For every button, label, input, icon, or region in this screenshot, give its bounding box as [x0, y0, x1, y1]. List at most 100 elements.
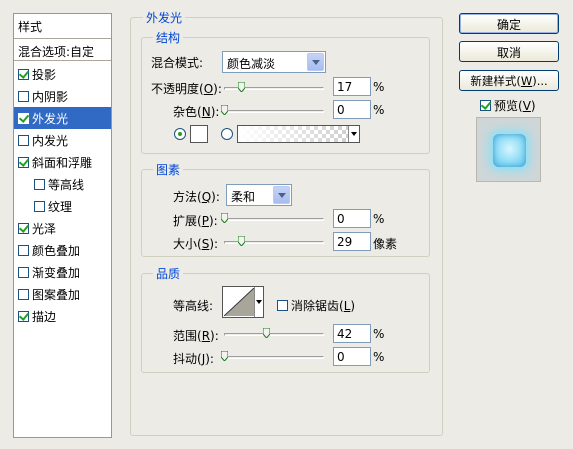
inner-shadow-checkbox[interactable]: [18, 91, 29, 102]
style-item-satin[interactable]: 光泽: [14, 217, 111, 239]
style-item-label: 斜面和浮雕: [32, 156, 93, 170]
range-slider-track[interactable]: [224, 333, 324, 336]
spread-slider-thumb[interactable]: [221, 213, 228, 223]
blend-mode-select[interactable]: 颜色减淡: [222, 51, 326, 73]
size-label: 大小(S):: [173, 237, 219, 251]
noise-unit: %: [373, 103, 385, 117]
style-item-bevel-emboss[interactable]: 斜面和浮雕: [14, 151, 111, 173]
contour-preview-icon: [224, 288, 254, 316]
anti-alias-option[interactable]: 消除锯齿(L): [277, 297, 355, 314]
preview-checkbox[interactable]: [480, 100, 491, 111]
inner-glow-checkbox[interactable]: [18, 135, 29, 146]
contour-label: 等高线:: [173, 299, 214, 313]
styles-header-label: 样式: [18, 20, 43, 34]
pattern-overlay-checkbox[interactable]: [18, 289, 29, 300]
preview-option[interactable]: 预览(V): [480, 97, 536, 114]
technique-label: 方法(Q):: [173, 190, 220, 204]
solid-color-radio[interactable]: [174, 128, 186, 140]
technique-select[interactable]: 柔和: [226, 184, 292, 206]
style-item-inner-shadow[interactable]: 内阴影: [14, 85, 111, 107]
spread-key: P: [201, 214, 209, 228]
jitter-slider-thumb[interactable]: [221, 351, 228, 361]
outer-glow-checkbox[interactable]: [18, 113, 29, 124]
jitter-label-text: 抖动: [173, 352, 198, 366]
noise-slider-track[interactable]: [224, 110, 324, 113]
glow-color-swatch[interactable]: [190, 125, 208, 143]
chevron-down-icon[interactable]: [273, 186, 290, 204]
anti-alias-key: L: [343, 299, 351, 313]
size-slider-thumb[interactable]: [238, 236, 245, 246]
range-input[interactable]: 42: [333, 324, 371, 343]
range-unit: %: [373, 327, 385, 341]
style-item-stroke[interactable]: 描边: [14, 305, 111, 327]
drop-shadow-checkbox[interactable]: [18, 69, 29, 80]
style-item-gradient-overlay[interactable]: 渐变叠加: [14, 261, 111, 283]
ok-button[interactable]: 确定: [459, 13, 559, 34]
style-item-label: 光泽: [32, 222, 57, 236]
style-item-texture[interactable]: 纹理: [14, 195, 111, 217]
quality-title: 品质: [153, 265, 184, 282]
technique-key: Q: [201, 190, 212, 204]
opacity-slider-thumb[interactable]: [238, 82, 245, 92]
preview-label: 预览: [494, 99, 519, 113]
color-overlay-checkbox[interactable]: [18, 245, 29, 256]
style-item-label: 外发光: [32, 112, 69, 126]
style-item-label: 图案叠加: [32, 288, 81, 302]
chevron-down-icon[interactable]: [307, 53, 324, 71]
gradient-picker[interactable]: [237, 125, 360, 143]
new-style-key: W: [520, 74, 533, 88]
range-key: R: [201, 329, 211, 343]
preview-glow-square: [493, 134, 526, 167]
structure-title: 结构: [153, 29, 184, 46]
bevel-emboss-checkbox[interactable]: [18, 157, 29, 168]
opacity-input[interactable]: 17: [333, 77, 371, 96]
jitter-slider-track[interactable]: [224, 356, 324, 359]
jitter-label: 抖动(J):: [173, 352, 214, 366]
style-item-label: 投影: [32, 68, 57, 82]
range-label-text: 范围: [173, 329, 198, 343]
noise-label-text: 杂色: [173, 105, 198, 119]
stroke-checkbox[interactable]: [18, 311, 29, 322]
texture-checkbox[interactable]: [34, 201, 45, 212]
style-item-contour[interactable]: 等高线: [14, 173, 111, 195]
gradient-dropdown-arrow[interactable]: [348, 126, 359, 142]
styles-header[interactable]: 样式: [14, 14, 111, 39]
style-item-label: 内发光: [32, 134, 69, 148]
range-slider-thumb[interactable]: [263, 328, 270, 338]
blend-options-item[interactable]: 混合选项:自定: [14, 40, 111, 61]
style-item-color-overlay[interactable]: 颜色叠加: [14, 239, 111, 261]
style-item-pattern-overlay[interactable]: 图案叠加: [14, 283, 111, 305]
spread-input[interactable]: 0: [333, 209, 371, 228]
style-item-outer-glow[interactable]: 外发光: [14, 107, 111, 129]
jitter-input[interactable]: 0: [333, 347, 371, 366]
spread-slider-track[interactable]: [224, 218, 324, 221]
contour-dropdown-arrow[interactable]: [254, 287, 263, 317]
style-item-label: 描边: [32, 310, 57, 324]
anti-alias-label: 消除锯齿: [291, 299, 340, 313]
gradient-radio[interactable]: [221, 128, 233, 140]
noise-slider-thumb[interactable]: [221, 105, 228, 115]
contour-checkbox[interactable]: [34, 179, 45, 190]
blend-options-label: 混合选项:自定: [18, 45, 95, 59]
gradient-overlay-checkbox[interactable]: [18, 267, 29, 278]
gradient-preview: [238, 126, 348, 142]
style-item-drop-shadow[interactable]: 投影: [14, 63, 111, 85]
satin-checkbox[interactable]: [18, 223, 29, 234]
opacity-label: 不透明度(O):: [151, 82, 222, 96]
opacity-unit: %: [373, 80, 385, 94]
outer-glow-title: 外发光: [143, 9, 186, 26]
style-item-label: 等高线: [48, 178, 85, 192]
cancel-button[interactable]: 取消: [459, 41, 559, 62]
style-item-label: 渐变叠加: [32, 266, 81, 280]
noise-input[interactable]: 0: [333, 100, 371, 119]
noise-label: 杂色(N):: [173, 105, 220, 119]
new-style-button[interactable]: 新建样式(W)...: [459, 70, 559, 91]
styles-list: 样式 混合选项:自定 投影 内阴影 外发光 内发光 斜面和浮雕 等高线 纹理 光…: [13, 13, 112, 438]
new-style-label: 新建样式: [470, 74, 517, 88]
anti-alias-checkbox[interactable]: [277, 300, 288, 311]
style-item-inner-glow[interactable]: 内发光: [14, 129, 111, 151]
opacity-label-text: 不透明度: [151, 82, 200, 96]
contour-picker[interactable]: [222, 286, 264, 318]
jitter-key: J: [201, 352, 206, 366]
size-input[interactable]: 29: [333, 232, 371, 251]
